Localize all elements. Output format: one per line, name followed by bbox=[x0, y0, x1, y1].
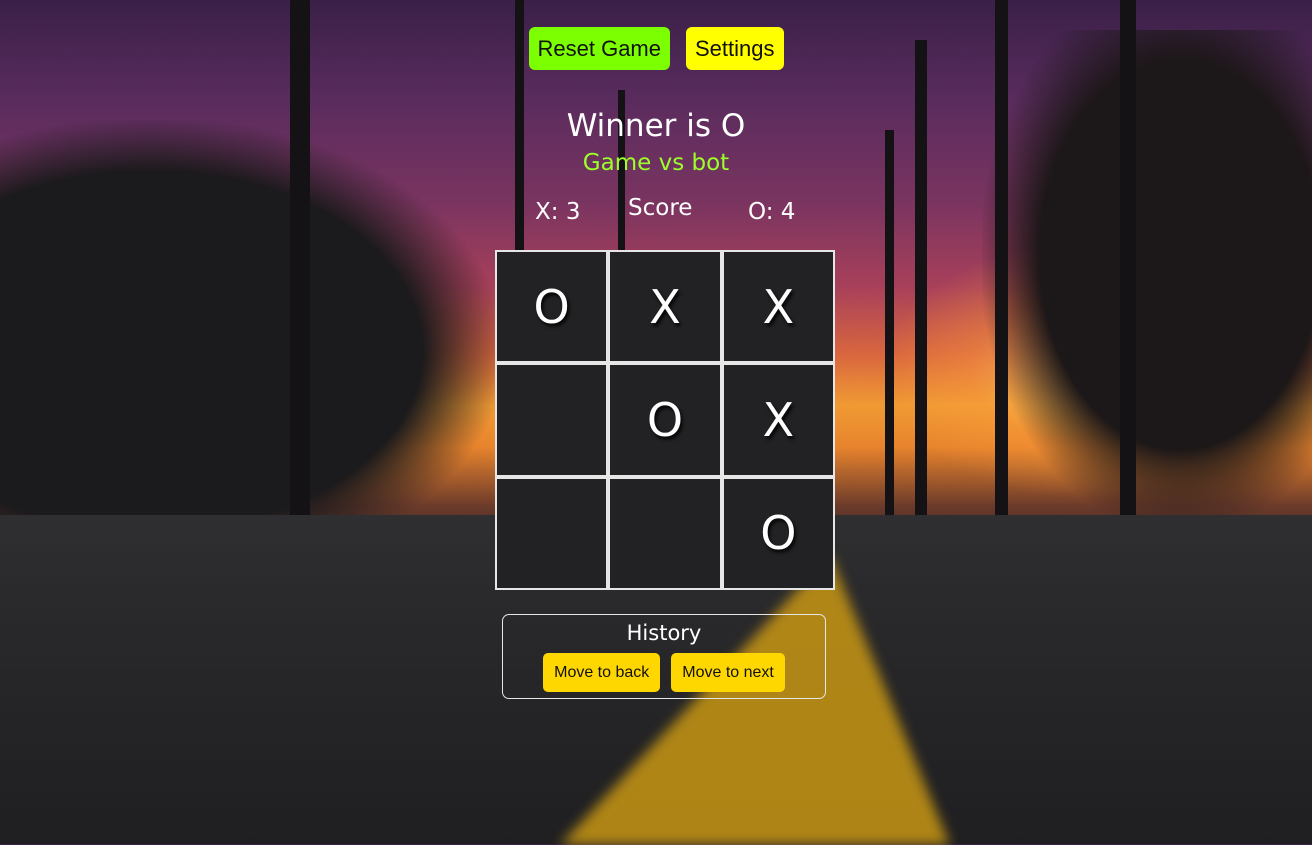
board-cell[interactable] bbox=[495, 363, 609, 477]
road-center-line bbox=[560, 555, 950, 845]
board-cell[interactable]: X bbox=[608, 250, 722, 364]
sunset-glow bbox=[880, 240, 1300, 500]
palm-trunk bbox=[290, 0, 310, 520]
move-back-button[interactable]: Move to back bbox=[543, 653, 661, 692]
score-title: Score bbox=[628, 195, 693, 221]
reset-game-button[interactable]: Reset Game bbox=[528, 27, 670, 70]
board-cell[interactable]: O bbox=[608, 363, 722, 477]
board-cell[interactable] bbox=[608, 476, 722, 590]
trees-left bbox=[0, 120, 500, 540]
game-mode: Game vs bot bbox=[582, 150, 730, 176]
settings-button[interactable]: Settings bbox=[686, 27, 784, 70]
board-cell[interactable] bbox=[495, 476, 609, 590]
board-cell[interactable]: X bbox=[721, 363, 835, 477]
game-status: Winner is O bbox=[566, 108, 746, 144]
score-o: O: 4 bbox=[748, 199, 796, 225]
top-toolbar: Reset Game Settings bbox=[0, 27, 1312, 70]
palm-trunk bbox=[995, 0, 1008, 520]
history-title: History bbox=[626, 621, 702, 645]
score-x: X: 3 bbox=[535, 199, 581, 225]
trees-right bbox=[982, 30, 1312, 530]
board-cell[interactable]: O bbox=[495, 250, 609, 364]
history-panel: History Move to back Move to next bbox=[502, 614, 826, 699]
move-next-button[interactable]: Move to next bbox=[671, 653, 785, 692]
palm-trunk bbox=[1120, 0, 1136, 520]
scoreboard: X: 3 Score O: 4 bbox=[0, 195, 1312, 229]
board-cell[interactable]: O bbox=[721, 476, 835, 590]
game-board: O X X O X O bbox=[495, 250, 835, 590]
board-cell[interactable]: X bbox=[721, 250, 835, 364]
history-controls: Move to back Move to next bbox=[503, 653, 825, 692]
palm-trunk bbox=[885, 130, 894, 520]
